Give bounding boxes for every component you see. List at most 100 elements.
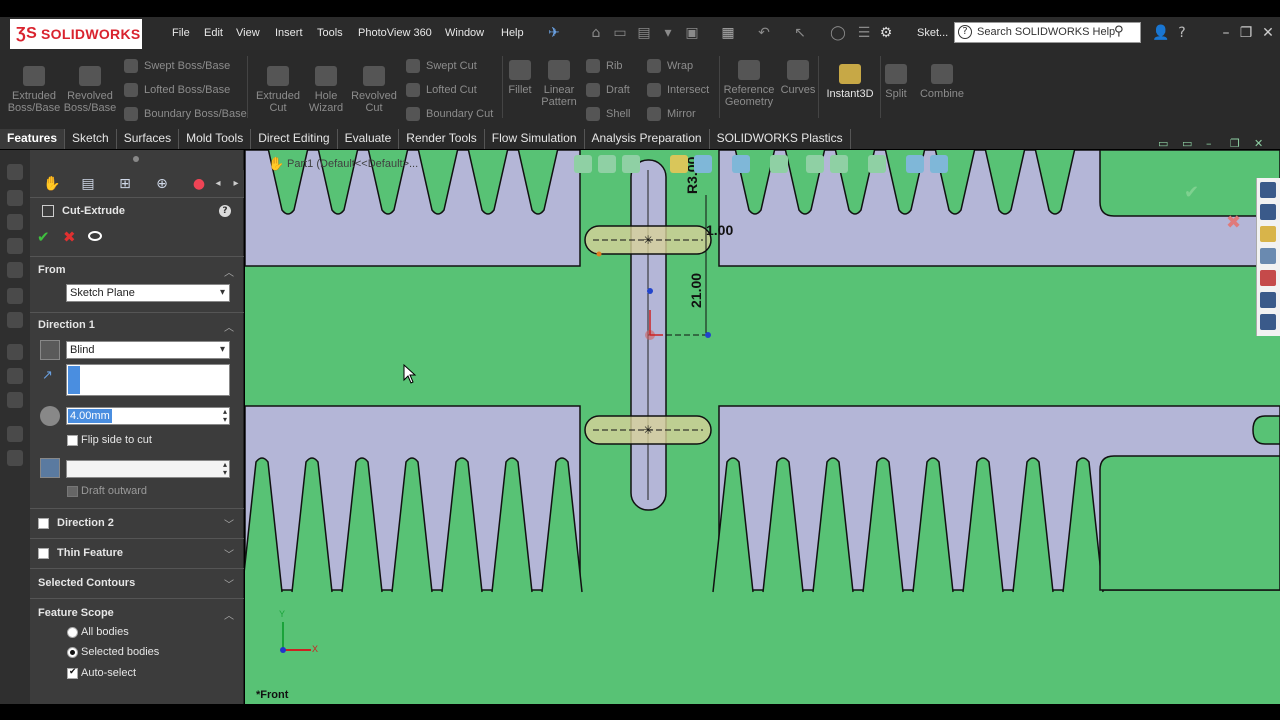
view-orientation-icon[interactable] (732, 155, 750, 173)
tab-solidworks-plastics[interactable]: SOLIDWORKS Plastics (710, 129, 851, 149)
extruded-boss-button[interactable]: Extruded Boss/Base (4, 66, 64, 114)
menu-view[interactable]: View (236, 27, 260, 39)
feature-manager-tab-icon[interactable]: ✋ (42, 174, 62, 194)
viewport-split-icon[interactable]: ▭ (1182, 137, 1192, 150)
dim-height-label[interactable]: 21.00 (688, 273, 704, 308)
tab-scroll-right-icon[interactable]: ▸ (226, 174, 246, 194)
doc-minimize-icon[interactable]: – (1206, 137, 1212, 150)
auto-select-checkbox[interactable] (67, 667, 78, 679)
view-palette-icon[interactable] (1260, 248, 1276, 264)
direction2-checkbox[interactable] (38, 518, 49, 529)
search-icon[interactable]: ⚲ (1114, 24, 1130, 40)
from-collapse-icon[interactable]: ︿ (224, 264, 234, 279)
annotations-icon[interactable] (7, 238, 23, 254)
edit-appearance-icon[interactable] (830, 155, 848, 173)
swept-cut-button[interactable]: Swept Cut (406, 59, 477, 73)
home-icon[interactable]: ⌂ (588, 25, 604, 41)
tab-evaluate[interactable]: Evaluate (338, 129, 400, 149)
display-style-icon[interactable] (770, 155, 788, 173)
new-document-icon[interactable]: ▭ (612, 25, 628, 41)
open-dropdown-icon[interactable]: ▾ (660, 25, 676, 41)
menu-tools[interactable]: Tools (317, 27, 343, 39)
feature-scope-collapse-icon[interactable]: ︿ (224, 607, 234, 622)
dimxpert-tab-icon[interactable]: ⊕ (152, 174, 172, 194)
select-icon[interactable]: ↖ (792, 25, 808, 41)
boundary-boss-button[interactable]: Boundary Boss/Base (124, 107, 247, 121)
hide-show-icon[interactable] (806, 155, 824, 173)
lofted-cut-button[interactable]: Lofted Cut (406, 83, 477, 97)
history-icon[interactable] (7, 190, 23, 206)
apply-scene-icon[interactable] (868, 155, 886, 173)
from-select[interactable]: Sketch Plane ▾ (66, 284, 230, 302)
menu-photoview[interactable]: PhotoView 360 (358, 27, 432, 39)
zoom-to-fit-icon[interactable] (574, 155, 592, 173)
swept-boss-button[interactable]: Swept Boss/Base (124, 59, 230, 73)
right-plane-icon[interactable] (7, 368, 23, 384)
wrap-button[interactable]: Wrap (647, 59, 693, 73)
instant3d-button[interactable]: Instant3D (820, 64, 880, 100)
split-button[interactable]: Split (876, 64, 916, 100)
property-manager-tab-icon[interactable]: ▤ (78, 174, 98, 194)
curves-button[interactable]: Curves (768, 60, 828, 96)
selected-contours-expand-icon[interactable]: ﹀ (224, 576, 234, 591)
ok-check-icon[interactable]: ✔ (37, 228, 50, 246)
view-settings-icon[interactable] (906, 155, 924, 173)
thin-feature-checkbox[interactable] (38, 548, 49, 559)
tab-render-tools[interactable]: Render Tools (399, 129, 485, 149)
graphics-viewport[interactable]: ✳ ✳ R3.00 1.00 21.00 Y X (245, 150, 1280, 704)
lofted-boss-button[interactable]: Lofted Boss/Base (124, 83, 230, 97)
help-icon[interactable]: ? (1174, 25, 1190, 41)
doc-restore-icon[interactable]: ❐ (1230, 137, 1240, 150)
undo-icon[interactable]: ↶ (756, 25, 772, 41)
options-gear-icon[interactable]: ⚙ (878, 25, 894, 41)
file-explorer-icon[interactable] (1260, 226, 1276, 242)
menu-edit[interactable]: Edit (204, 27, 223, 39)
previous-view-icon[interactable] (622, 155, 640, 173)
custom-properties-icon[interactable] (1260, 292, 1276, 308)
menu-window[interactable]: Window (445, 27, 484, 39)
feature-tree-icon[interactable] (7, 164, 23, 180)
doc-close-icon[interactable]: ✕ (1254, 137, 1263, 150)
minimize-icon[interactable]: – (1218, 25, 1234, 41)
tab-sketch[interactable]: Sketch (65, 129, 117, 149)
tab-surfaces[interactable]: Surfaces (117, 129, 180, 149)
end-condition-select[interactable]: Blind ▾ (66, 341, 230, 359)
file-properties-icon[interactable]: ☰ (856, 25, 872, 41)
configuration-manager-tab-icon[interactable]: ⊞ (115, 174, 135, 194)
top-plane-icon[interactable] (7, 344, 23, 360)
draft-spinner-icon[interactable]: ▴ ▾ (223, 461, 227, 477)
all-bodies-radio[interactable] (67, 627, 78, 638)
tab-analysis-preparation[interactable]: Analysis Preparation (585, 129, 710, 149)
flip-side-checkbox[interactable] (67, 435, 78, 446)
section-view-icon[interactable] (670, 155, 688, 173)
forum-icon[interactable] (1260, 314, 1276, 330)
viewport-tile-icon[interactable]: ▭ (1158, 137, 1168, 150)
extrude-feature-icon[interactable] (7, 426, 23, 442)
revolved-boss-button[interactable]: Revolved Boss/Base (60, 66, 120, 114)
cancel-x-icon[interactable]: ✖ (63, 228, 76, 246)
preview-eye-icon[interactable] (88, 231, 102, 241)
tab-mold-tools[interactable]: Mold Tools (179, 129, 252, 149)
display-manager-tab-icon[interactable]: ● (189, 174, 209, 194)
menu-help[interactable]: Help (501, 27, 524, 39)
flyout-tree-label[interactable]: Part1 (Default<<Default>... (287, 158, 418, 170)
front-plane-icon[interactable] (7, 312, 23, 328)
solid-bodies-icon[interactable] (7, 262, 23, 278)
tab-scroll-left-icon[interactable]: ◂ (208, 174, 228, 194)
confirmation-cancel-icon[interactable]: ✖ (1226, 212, 1241, 233)
restore-icon[interactable]: ❐ (1238, 25, 1254, 41)
appearances-icon[interactable] (1260, 270, 1276, 286)
direction2-expand-icon[interactable]: ﹀ (224, 516, 234, 531)
thin-feature-expand-icon[interactable]: ﹀ (224, 546, 234, 561)
design-library-icon[interactable] (1260, 204, 1276, 220)
linear-pattern-button[interactable]: Linear Pattern (529, 60, 589, 108)
direction-vector-field[interactable] (66, 364, 230, 396)
direction1-collapse-icon[interactable]: ︿ (224, 319, 234, 334)
close-icon[interactable]: ✕ (1260, 25, 1276, 41)
sketch-feature-icon[interactable] (7, 450, 23, 466)
draft-angle-input[interactable]: ▴ ▾ (66, 460, 230, 478)
boundary-cut-button[interactable]: Boundary Cut (406, 107, 493, 121)
menu-file[interactable]: File (172, 27, 190, 39)
depth-input[interactable]: 4.00mm ▴ ▾ (66, 407, 230, 425)
zoom-to-area-icon[interactable] (598, 155, 616, 173)
